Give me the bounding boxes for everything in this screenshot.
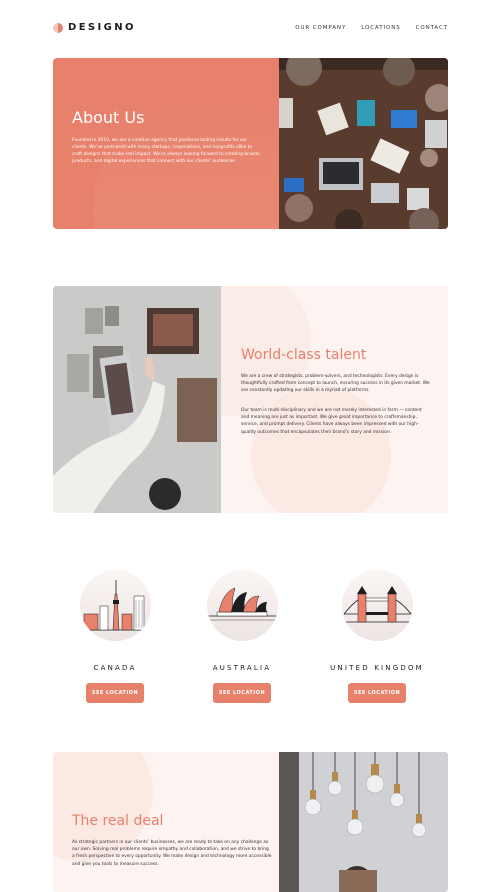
about-text-panel: About Us Founded in 2010, we are a creat…: [53, 58, 279, 229]
sydney-opera-house-icon: [206, 570, 278, 641]
nav-our-company[interactable]: OUR COMPANY: [295, 25, 346, 31]
main-nav: OUR COMPANY LOCATIONS CONTACT: [295, 25, 448, 31]
see-location-button-canada[interactable]: SEE LOCATION: [86, 683, 144, 703]
real-deal-section: The real deal As strategic partners in o…: [53, 752, 448, 892]
location-name-canada: CANADA: [93, 664, 137, 672]
about-photo: [279, 58, 448, 229]
location-card-australia: AUSTRALIA SEE LOCATION: [192, 570, 292, 703]
real-deal-description: As strategic partners in our clients’ bu…: [72, 840, 272, 867]
tower-bridge-icon: [341, 570, 413, 641]
talent-title: World-class talent: [241, 347, 367, 363]
toronto-skyline-icon: [79, 570, 151, 641]
about-description: Founded in 2010, we are a creative agenc…: [72, 138, 261, 164]
location-card-canada: CANADA SEE LOCATION: [65, 570, 165, 703]
talent-section: World-class talent We are a crew of stra…: [53, 286, 448, 513]
talent-photo: [53, 286, 221, 513]
real-deal-title: The real deal: [72, 813, 164, 829]
designer-wall-image: [53, 286, 221, 513]
logo-mark-icon: [53, 22, 63, 33]
talent-text-panel: World-class talent We are a crew of stra…: [221, 286, 448, 513]
real-deal-photo: [279, 752, 448, 892]
location-name-australia: AUSTRALIA: [212, 664, 272, 672]
site-header: DESIGNO OUR COMPANY LOCATIONS CONTACT: [53, 22, 448, 36]
nav-locations[interactable]: LOCATIONS: [361, 25, 400, 31]
location-name-united-kingdom: UNITED KINGDOM: [330, 664, 424, 672]
about-hero: About Us Founded in 2010, we are a creat…: [53, 58, 448, 229]
location-card-united-kingdom: UNITED KINGDOM SEE LOCATION: [327, 570, 427, 703]
logo[interactable]: DESIGNO: [53, 22, 136, 33]
hanging-bulbs-image: [279, 752, 448, 892]
logo-text: DESIGNO: [68, 22, 136, 33]
real-deal-text-panel: The real deal As strategic partners in o…: [53, 752, 279, 892]
about-title: About Us: [72, 108, 145, 127]
talent-paragraph-1: We are a crew of strategists, problem-so…: [241, 374, 430, 394]
nav-contact[interactable]: CONTACT: [416, 25, 448, 31]
see-location-button-australia[interactable]: SEE LOCATION: [213, 683, 271, 703]
talent-paragraph-2: Our team is multi-disciplinary and we ar…: [241, 408, 422, 435]
see-location-button-united-kingdom[interactable]: SEE LOCATION: [348, 683, 406, 703]
team-desk-image: [279, 58, 448, 229]
